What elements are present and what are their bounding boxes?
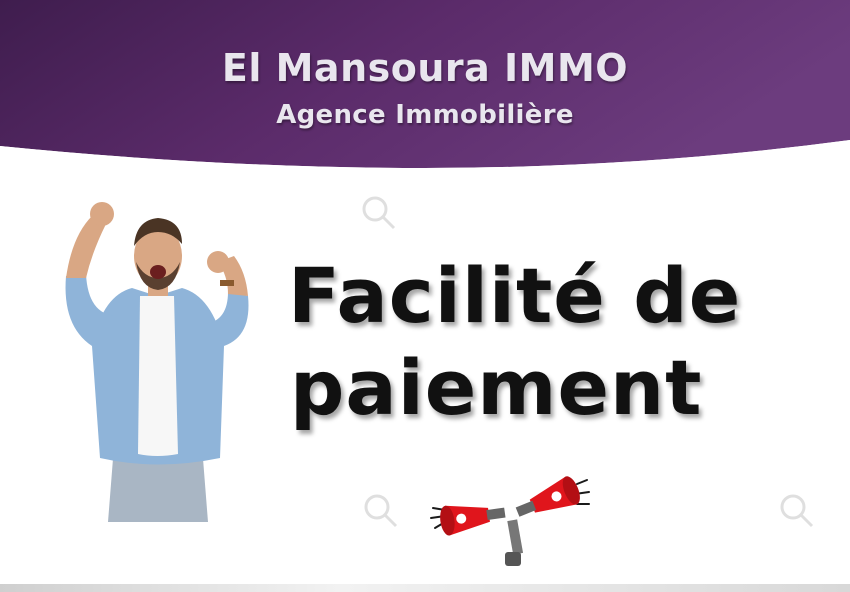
headline-line-1: Facilité de xyxy=(288,251,742,340)
watermark-icon xyxy=(780,494,814,528)
headline-line-2: paiement xyxy=(290,343,703,432)
megaphone-icon xyxy=(430,476,590,566)
agency-name: El Mansoura IMMO xyxy=(221,46,629,90)
cheering-man-icon xyxy=(65,202,249,522)
headline: Facilité de paiement xyxy=(262,250,822,434)
header-banner: El Mansoura IMMO Agence Immobilière xyxy=(0,0,850,175)
watermark-icon xyxy=(364,494,398,528)
bottom-strip xyxy=(0,584,850,592)
watermark-icon xyxy=(362,196,396,230)
agency-subtitle: Agence Immobilière xyxy=(276,100,574,130)
